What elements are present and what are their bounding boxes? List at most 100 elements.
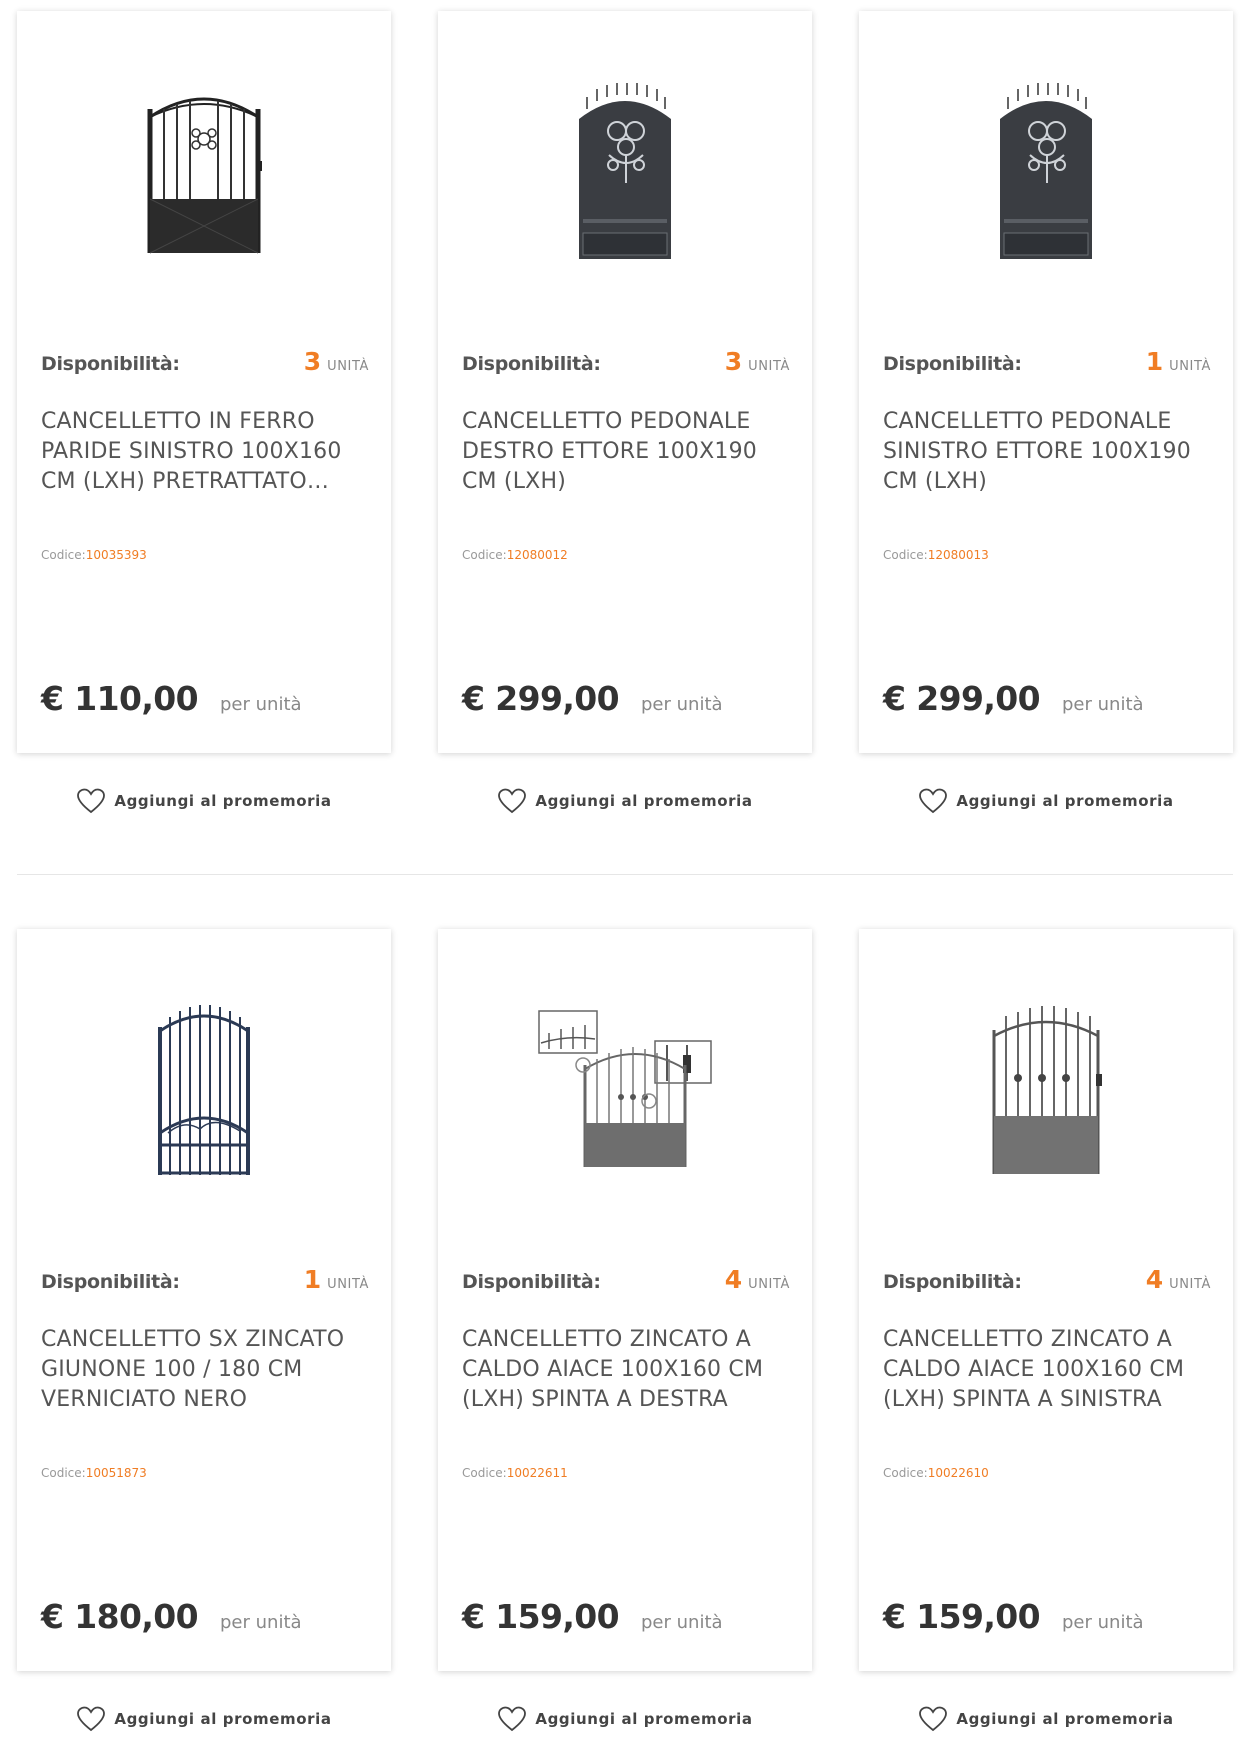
product-card[interactable]: Disponibilità: 3 UNITÀ CANCELLETTO IN FE… [17,11,391,753]
per-unit-label: per unità [1062,694,1144,715]
product-code: Codice:10051873 [41,1466,147,1480]
availability-row: Disponibilità: 1 UNITÀ [41,1265,369,1295]
product-card[interactable]: Disponibilità: 3 UNITÀ CANCELLETTO PEDON… [438,11,812,753]
product-price: € 110,00 [41,679,199,718]
wishlist-label: Aggiungi al promemoria [956,1710,1174,1728]
code-value: 10051873 [85,1466,147,1480]
product-row: Disponibilità: 1 UNITÀ CANCELLETTO SX ZI… [17,929,1233,1741]
per-unit-label: per unità [220,1612,302,1633]
availability-label: Disponibilità: [41,1271,180,1293]
product-title[interactable]: CANCELLETTO ZINCATO A CALDO AIACE 100X16… [462,1325,792,1415]
availability-label: Disponibilità: [883,1271,1022,1293]
add-to-wishlist-button[interactable]: Aggiungi al promemoria [17,787,391,815]
add-to-wishlist-button[interactable]: Aggiungi al promemoria [859,1705,1233,1733]
availability-label: Disponibilità: [883,353,1022,375]
product-card[interactable]: Disponibilità: 1 UNITÀ CANCELLETTO PEDON… [859,11,1233,753]
gate-paride-icon [147,97,262,254]
availability-quantity: 4 [724,1265,743,1294]
price-line: € 299,00 per unità [462,679,723,718]
code-value: 12080012 [506,548,568,562]
code-value: 10022610 [927,1466,989,1480]
availability-value: 4 UNITÀ [1146,1265,1211,1294]
availability-row: Disponibilità: 4 UNITÀ [883,1265,1211,1295]
product-code: Codice:12080013 [883,548,989,562]
code-label: Codice: [462,1466,507,1480]
heart-icon [77,1706,106,1732]
wishlist-label: Aggiungi al promemoria [956,792,1174,810]
wishlist-label: Aggiungi al promemoria [535,792,753,810]
code-label: Codice: [883,548,928,562]
code-value: 10035393 [85,548,147,562]
gate-ettore-dx-icon [579,83,671,259]
availability-unit: UNITÀ [327,359,369,374]
availability-row: Disponibilità: 3 UNITÀ [462,347,790,377]
availability-unit: UNITÀ [748,1277,790,1292]
product-code: Codice:10035393 [41,548,147,562]
availability-quantity: 4 [1145,1265,1164,1294]
product-price: € 299,00 [883,679,1041,718]
product-column: Disponibilità: 4 UNITÀ CANCELLETTO ZINCA… [438,929,812,1741]
add-to-wishlist-button[interactable]: Aggiungi al promemoria [438,1705,812,1733]
product-column: Disponibilità: 1 UNITÀ CANCELLETTO SX ZI… [17,929,391,1741]
wishlist-label: Aggiungi al promemoria [114,792,332,810]
availability-row: Disponibilità: 1 UNITÀ [883,347,1211,377]
add-to-wishlist-button[interactable]: Aggiungi al promemoria [17,1705,391,1733]
product-image[interactable] [859,929,1233,1249]
code-label: Codice: [41,1466,86,1480]
product-title[interactable]: CANCELLETTO PEDONALE DESTRO ETTORE 100X1… [462,407,792,497]
availability-quantity: 1 [303,1265,322,1294]
product-card[interactable]: Disponibilità: 4 UNITÀ CANCELLETTO ZINCA… [438,929,812,1671]
availability-value: 4 UNITÀ [725,1265,790,1294]
code-value: 10022611 [506,1466,568,1480]
availability-unit: UNITÀ [1169,1277,1211,1292]
product-image[interactable] [17,929,391,1249]
product-column: Disponibilità: 1 UNITÀ CANCELLETTO PEDON… [859,11,1233,823]
heart-icon [498,788,527,814]
product-code: Codice:12080012 [462,548,568,562]
product-column: Disponibilità: 3 UNITÀ CANCELLETTO IN FE… [17,11,391,823]
product-title[interactable]: CANCELLETTO SX ZINCATO GIUNONE 100 / 180… [41,1325,371,1415]
product-code: Codice:10022610 [883,1466,989,1480]
product-image[interactable] [859,11,1233,331]
product-card[interactable]: Disponibilità: 1 UNITÀ CANCELLETTO SX ZI… [17,929,391,1671]
product-grid: Disponibilità: 3 UNITÀ CANCELLETTO IN FE… [17,11,1233,1741]
availability-row: Disponibilità: 4 UNITÀ [462,1265,790,1295]
availability-label: Disponibilità: [41,353,180,375]
product-title[interactable]: CANCELLETTO ZINCATO A CALDO AIACE 100X16… [883,1325,1213,1415]
availability-label: Disponibilità: [462,1271,601,1293]
gate-aiace-sx-icon [992,1006,1102,1174]
availability-unit: UNITÀ [748,359,790,374]
product-row: Disponibilità: 3 UNITÀ CANCELLETTO IN FE… [17,11,1233,823]
per-unit-label: per unità [641,694,723,715]
availability-value: 3 UNITÀ [304,347,369,376]
availability-row: Disponibilità: 3 UNITÀ [41,347,369,377]
add-to-wishlist-button[interactable]: Aggiungi al promemoria [859,787,1233,815]
availability-unit: UNITÀ [1169,359,1211,374]
product-price: € 159,00 [462,1597,620,1636]
availability-quantity: 3 [724,347,743,376]
product-title[interactable]: CANCELLETTO IN FERRO PARIDE SINISTRO 100… [41,407,371,497]
product-image[interactable] [438,929,812,1249]
heart-icon [77,788,106,814]
product-title[interactable]: CANCELLETTO PEDONALE SINISTRO ETTORE 100… [883,407,1213,497]
availability-quantity: 1 [1145,347,1164,376]
availability-value: 3 UNITÀ [725,347,790,376]
product-image[interactable] [438,11,812,331]
availability-quantity: 3 [303,347,322,376]
code-value: 12080013 [927,548,989,562]
per-unit-label: per unità [220,694,302,715]
product-code: Codice:10022611 [462,1466,568,1480]
product-image[interactable] [17,11,391,331]
per-unit-label: per unità [641,1612,723,1633]
code-label: Codice: [883,1466,928,1480]
price-line: € 180,00 per unità [41,1597,302,1636]
price-line: € 299,00 per unità [883,679,1144,718]
code-label: Codice: [462,548,507,562]
product-card[interactable]: Disponibilità: 4 UNITÀ CANCELLETTO ZINCA… [859,929,1233,1671]
heart-icon [919,1706,948,1732]
wishlist-label: Aggiungi al promemoria [535,1710,753,1728]
add-to-wishlist-button[interactable]: Aggiungi al promemoria [438,787,812,815]
heart-icon [498,1706,527,1732]
availability-label: Disponibilità: [462,353,601,375]
heart-icon [919,788,948,814]
